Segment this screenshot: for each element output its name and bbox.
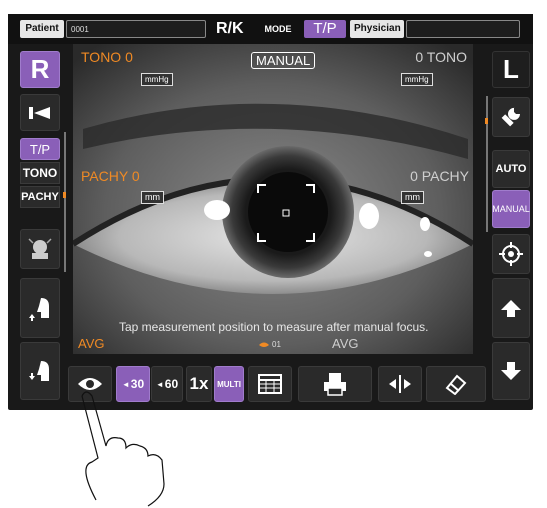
instruction-text: Tap measurement position to measure afte… xyxy=(119,320,429,334)
left-scrollbar[interactable] xyxy=(64,132,66,272)
measure-count: 01 xyxy=(258,340,281,349)
print-button[interactable] xyxy=(298,366,372,402)
chinrest-up-button[interactable] xyxy=(20,278,60,338)
auto-button[interactable]: AUTO xyxy=(492,150,530,188)
wrench-icon xyxy=(501,107,520,127)
print-icon xyxy=(324,373,346,396)
manual-button[interactable]: MANUAL xyxy=(492,190,530,228)
zoom-button[interactable]: 1x xyxy=(186,366,212,402)
arrow-down-icon xyxy=(501,362,521,380)
face-position-icon xyxy=(28,238,52,259)
chinrest-down-icon xyxy=(29,361,49,381)
right-eye-button[interactable]: R xyxy=(20,51,60,88)
hand-pointer-icon xyxy=(81,391,165,507)
fixation-target-icon xyxy=(29,106,50,119)
table-icon xyxy=(258,374,282,394)
move-down-button[interactable] xyxy=(492,342,530,400)
physician-field[interactable] xyxy=(406,20,520,38)
mode-label: MODE xyxy=(258,20,298,38)
physician-label: Physician xyxy=(350,20,404,38)
left-eye-button[interactable]: L xyxy=(492,51,530,88)
manual-mode-badge: MANUAL xyxy=(251,52,316,69)
tono-left-unit: mmHg xyxy=(141,73,173,86)
camera-view[interactable]: TONO 0 0 TONO MANUAL mmHg mmHg PACHY 0 0… xyxy=(73,44,473,354)
right-scrollbar[interactable] xyxy=(486,96,488,232)
pachy-button[interactable]: PACHY xyxy=(20,186,60,208)
head-position-button[interactable] xyxy=(20,229,60,269)
split-view-icon xyxy=(389,375,411,393)
eye-small-icon xyxy=(259,342,269,347)
avg-left-label: AVG xyxy=(78,336,105,351)
patient-id-field[interactable]: 0001 xyxy=(66,20,206,38)
tono-right-value: 0 TONO xyxy=(415,49,467,65)
split-view-button[interactable] xyxy=(378,366,422,402)
tp-button[interactable]: T/P xyxy=(20,138,60,160)
count-value: 01 xyxy=(272,340,281,349)
patient-label: Patient xyxy=(20,20,64,38)
top-bar: Patient 0001 R/K MODE T/P Physician xyxy=(8,14,533,44)
arrow-up-icon xyxy=(501,300,521,317)
pachy-right-value: 0 PACHY xyxy=(410,168,469,184)
right-scroll-thumb[interactable] xyxy=(485,118,488,124)
device-screen: Patient 0001 R/K MODE T/P Physician R T/… xyxy=(8,14,533,410)
tono-button[interactable]: TONO xyxy=(20,162,60,184)
multi-button[interactable]: MULTI xyxy=(214,366,244,402)
pachy-left-value: PACHY 0 xyxy=(81,168,140,184)
clear-button[interactable] xyxy=(426,366,486,402)
chinrest-up-icon xyxy=(29,298,49,321)
tono-right-unit: mmHg xyxy=(401,73,433,86)
left-scroll-thumb[interactable] xyxy=(63,192,66,198)
alignment-button[interactable] xyxy=(492,234,530,274)
eraser-icon xyxy=(445,374,467,395)
tono-left-value: TONO 0 xyxy=(81,49,133,65)
table-view-button[interactable] xyxy=(248,366,292,402)
fixation-button[interactable] xyxy=(20,94,60,131)
pachy-left-unit: mm xyxy=(141,191,164,204)
focus-frame xyxy=(257,184,315,242)
chinrest-down-button[interactable] xyxy=(20,342,60,400)
crosshair-icon xyxy=(499,242,523,266)
move-up-button[interactable] xyxy=(492,278,530,338)
tp-mode-button[interactable]: T/P xyxy=(304,20,346,38)
pachy-right-unit: mm xyxy=(401,191,424,204)
avg-right-label: AVG xyxy=(332,336,359,351)
rk-mode-button[interactable]: R/K xyxy=(216,20,252,38)
settings-button[interactable] xyxy=(492,97,530,137)
